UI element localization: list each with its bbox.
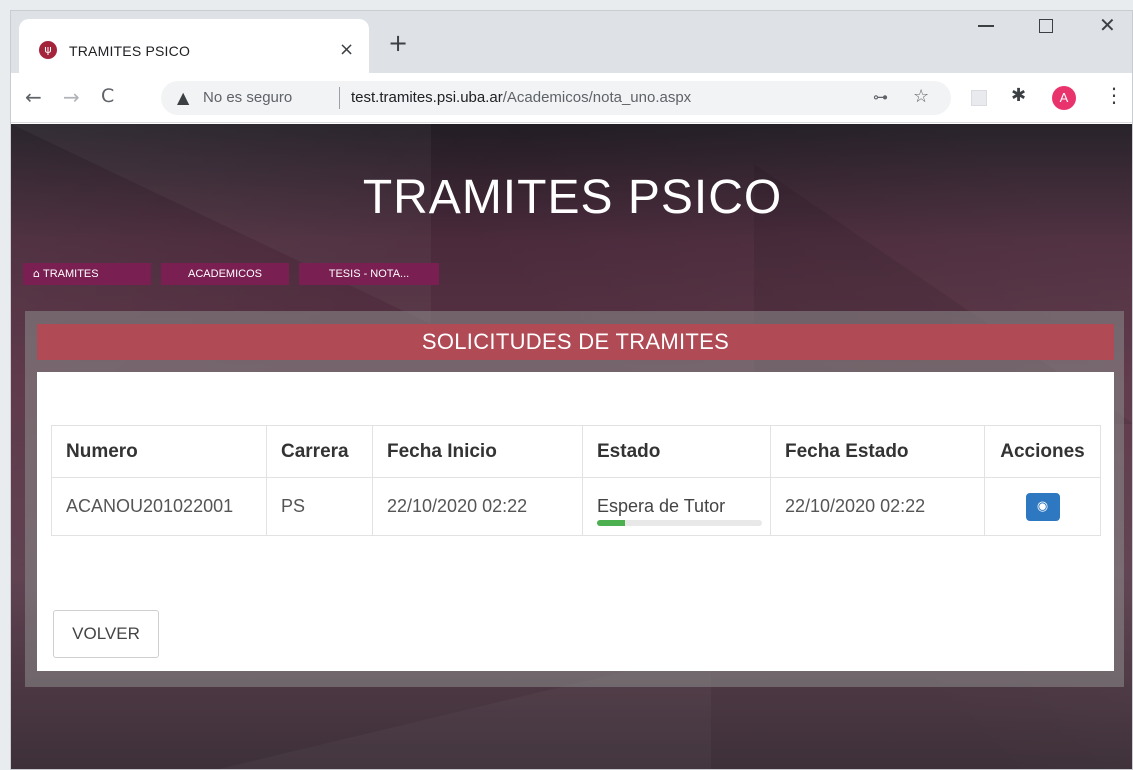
window-close-icon[interactable]: ✕	[1099, 13, 1116, 37]
maximize-icon[interactable]	[1039, 19, 1053, 33]
panel-heading: SOLICITUDES DE TRAMITES	[37, 324, 1114, 360]
tab-strip: ψ TRAMITES PSICO × + ✕	[11, 11, 1132, 81]
header-fecha-estado: Fecha Estado	[770, 425, 985, 478]
security-label[interactable]: No es seguro	[203, 89, 292, 106]
breadcrumb-item-tesis-nota[interactable]: TESIS - NOTA...	[299, 263, 439, 285]
more-menu-icon[interactable]: ⋮	[1104, 83, 1124, 107]
url-path: /Academicos/nota_uno.aspx	[502, 89, 692, 106]
site-favicon-icon: ψ	[39, 41, 57, 59]
browser-window: ψ TRAMITES PSICO × + ✕ ← → C ▲ No es seg…	[10, 10, 1133, 770]
volver-button[interactable]: VOLVER	[53, 610, 159, 658]
view-eye-button[interactable]: ◉	[1025, 492, 1060, 521]
forward-arrow-icon[interactable]: →	[63, 85, 80, 109]
breadcrumb-label: TESIS - NOTA...	[328, 268, 410, 280]
page-content: TRAMITES PSICO ⌂ TRAMITES ACADEMICOS TESI…	[11, 124, 1132, 769]
breadcrumb-label: ACADEMICOS	[188, 268, 262, 280]
profile-avatar[interactable]: A	[1052, 86, 1076, 110]
bookmark-star-icon[interactable]: ☆	[913, 86, 929, 107]
url-text[interactable]: test.tramites.psi.uba.ar/Academicos/nota…	[351, 89, 691, 106]
breadcrumb-label: TRAMITES	[42, 268, 99, 280]
panel-body: Numero Carrera Fecha Inicio Estado Fecha…	[37, 372, 1114, 671]
address-separator	[339, 87, 340, 109]
browser-toolbar: ← → C ▲ No es seguro test.tramites.psi.u…	[11, 73, 1132, 123]
url-host: test.tramites.psi.uba.ar	[351, 89, 503, 106]
reload-icon[interactable]: C	[101, 85, 114, 107]
back-arrow-icon[interactable]: ←	[25, 85, 42, 109]
estado-progress-bar	[597, 520, 762, 526]
puzzle-icon[interactable]: ✱	[1011, 85, 1026, 106]
extension-icon[interactable]	[971, 90, 987, 106]
header-numero: Numero	[51, 425, 267, 478]
header-acciones: Acciones	[984, 425, 1101, 478]
cell-numero: ACANOU201022001	[51, 477, 267, 536]
warning-icon[interactable]: ▲	[177, 88, 189, 107]
table-row: ACANOU201022001 PS 22/10/2020 02:22 Espe…	[51, 477, 1101, 536]
header-estado: Estado	[582, 425, 771, 478]
key-icon[interactable]: ⊶	[873, 88, 888, 106]
breadcrumb-item-tramites[interactable]: ⌂ TRAMITES	[23, 263, 151, 285]
breadcrumb-item-academicos[interactable]: ACADEMICOS	[161, 263, 289, 285]
cell-fecha-inicio: 22/10/2020 02:22	[372, 477, 583, 536]
tab-title: TRAMITES PSICO	[69, 43, 191, 59]
header-carrera: Carrera	[266, 425, 373, 478]
table-header-row: Numero Carrera Fecha Inicio Estado Fecha…	[51, 425, 1101, 478]
cell-estado: Espera de Tutor	[582, 477, 771, 536]
site-title: TRAMITES PSICO	[362, 171, 783, 224]
cell-carrera: PS	[266, 477, 373, 536]
estado-text: Espera de Tutor	[597, 496, 726, 516]
requests-table: Numero Carrera Fecha Inicio Estado Fecha…	[51, 425, 1101, 536]
new-tab-icon[interactable]: +	[388, 31, 408, 55]
cell-fecha-estado: 22/10/2020 02:22	[770, 477, 985, 536]
home-icon: ⌂	[33, 267, 40, 280]
estado-progress-fill	[597, 520, 626, 526]
minimize-icon[interactable]	[978, 25, 994, 27]
header-fecha-inicio: Fecha Inicio	[372, 425, 583, 478]
address-bar[interactable]: ▲ No es seguro test.tramites.psi.uba.ar/…	[161, 81, 951, 115]
close-tab-icon[interactable]: ×	[339, 39, 354, 60]
cell-acciones: ◉	[984, 477, 1101, 536]
browser-tab[interactable]: ψ TRAMITES PSICO ×	[19, 19, 369, 81]
